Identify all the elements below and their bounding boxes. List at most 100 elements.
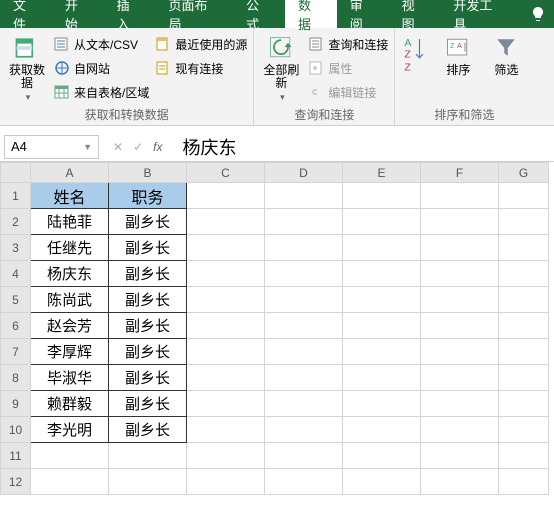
cell[interactable] bbox=[265, 339, 343, 365]
cell[interactable] bbox=[265, 235, 343, 261]
refresh-all-button[interactable]: 全部刷新 bbox=[260, 32, 302, 104]
cell[interactable] bbox=[421, 417, 499, 443]
cell[interactable] bbox=[265, 417, 343, 443]
row-header[interactable]: 2 bbox=[1, 209, 31, 235]
cell[interactable] bbox=[265, 365, 343, 391]
cell[interactable]: 副乡长 bbox=[109, 209, 187, 235]
row-header[interactable]: 3 bbox=[1, 235, 31, 261]
cell[interactable]: 副乡长 bbox=[109, 339, 187, 365]
existing-conn-button[interactable]: 现有连接 bbox=[155, 58, 247, 78]
cell[interactable] bbox=[187, 183, 265, 209]
cell[interactable] bbox=[499, 183, 549, 209]
cell[interactable]: 副乡长 bbox=[109, 365, 187, 391]
from-table-button[interactable]: 来自表格/区域 bbox=[54, 82, 149, 102]
tab-data[interactable]: 数据 bbox=[285, 0, 337, 28]
queries-button[interactable]: 查询和连接 bbox=[308, 34, 388, 54]
row-header[interactable]: 11 bbox=[1, 443, 31, 469]
cell[interactable]: 副乡长 bbox=[109, 287, 187, 313]
cell[interactable] bbox=[31, 443, 109, 469]
cell[interactable]: 任继先 bbox=[31, 235, 109, 261]
cell[interactable]: 杨庆东 bbox=[31, 261, 109, 287]
row-header[interactable]: 1 bbox=[1, 183, 31, 209]
cell[interactable] bbox=[265, 261, 343, 287]
recent-sources-button[interactable]: 最近使用的源 bbox=[155, 34, 247, 54]
row-header[interactable]: 9 bbox=[1, 391, 31, 417]
cell[interactable] bbox=[343, 417, 421, 443]
accept-icon[interactable]: ✓ bbox=[133, 140, 143, 154]
cell[interactable] bbox=[265, 313, 343, 339]
row-header[interactable]: 10 bbox=[1, 417, 31, 443]
cell[interactable] bbox=[265, 209, 343, 235]
cell[interactable] bbox=[187, 313, 265, 339]
tab-layout[interactable]: 页面布局 bbox=[155, 0, 233, 28]
cell[interactable]: 副乡长 bbox=[109, 261, 187, 287]
cell[interactable] bbox=[187, 261, 265, 287]
cell[interactable]: 职务 bbox=[109, 183, 187, 209]
col-header[interactable]: B bbox=[109, 163, 187, 183]
cell[interactable] bbox=[343, 365, 421, 391]
fx-icon[interactable]: fx bbox=[153, 140, 162, 154]
cell[interactable] bbox=[187, 287, 265, 313]
cell[interactable] bbox=[421, 287, 499, 313]
cell[interactable] bbox=[265, 443, 343, 469]
cell[interactable] bbox=[343, 339, 421, 365]
cell[interactable] bbox=[109, 469, 187, 495]
cell[interactable] bbox=[265, 183, 343, 209]
from-csv-button[interactable]: 从文本/CSV bbox=[54, 34, 149, 54]
tab-insert[interactable]: 插入 bbox=[104, 0, 156, 28]
cell[interactable]: 毕淑华 bbox=[31, 365, 109, 391]
cell[interactable] bbox=[187, 469, 265, 495]
cell[interactable]: 副乡长 bbox=[109, 235, 187, 261]
cell[interactable] bbox=[265, 287, 343, 313]
cell[interactable] bbox=[499, 391, 549, 417]
cell[interactable] bbox=[421, 469, 499, 495]
cell[interactable] bbox=[499, 235, 549, 261]
cell[interactable] bbox=[421, 183, 499, 209]
row-header[interactable]: 12 bbox=[1, 469, 31, 495]
name-box[interactable]: A4▼ bbox=[4, 135, 99, 159]
cell[interactable] bbox=[421, 391, 499, 417]
cell[interactable] bbox=[421, 365, 499, 391]
cell[interactable] bbox=[343, 183, 421, 209]
tab-home[interactable]: 开始 bbox=[52, 0, 104, 28]
tab-file[interactable]: 文件 bbox=[0, 0, 52, 28]
col-header[interactable]: D bbox=[265, 163, 343, 183]
select-all[interactable] bbox=[1, 163, 31, 183]
cell[interactable] bbox=[499, 209, 549, 235]
cell[interactable] bbox=[187, 365, 265, 391]
cell[interactable]: 陈尚武 bbox=[31, 287, 109, 313]
cell[interactable]: 副乡长 bbox=[109, 391, 187, 417]
cell[interactable] bbox=[499, 443, 549, 469]
cell[interactable] bbox=[499, 261, 549, 287]
formula-input[interactable]: 杨庆东 bbox=[176, 134, 236, 160]
row-header[interactable]: 4 bbox=[1, 261, 31, 287]
row-header[interactable]: 6 bbox=[1, 313, 31, 339]
from-web-button[interactable]: 自网站 bbox=[54, 58, 149, 78]
tell-me-icon[interactable] bbox=[522, 0, 554, 28]
cell[interactable] bbox=[421, 235, 499, 261]
cell[interactable] bbox=[187, 417, 265, 443]
tab-review[interactable]: 审阅 bbox=[337, 0, 389, 28]
tab-formula[interactable]: 公式 bbox=[233, 0, 285, 28]
col-header[interactable]: A bbox=[31, 163, 109, 183]
cell[interactable]: 李光明 bbox=[31, 417, 109, 443]
cell[interactable] bbox=[31, 469, 109, 495]
cell[interactable] bbox=[187, 443, 265, 469]
cell[interactable] bbox=[265, 469, 343, 495]
filter-button[interactable]: 筛选 bbox=[485, 32, 527, 104]
cell[interactable] bbox=[343, 235, 421, 261]
col-header[interactable]: F bbox=[421, 163, 499, 183]
get-data-button[interactable]: 获取数 据 bbox=[6, 32, 48, 104]
cell[interactable]: 陆艳菲 bbox=[31, 209, 109, 235]
cell[interactable] bbox=[343, 209, 421, 235]
row-header[interactable]: 7 bbox=[1, 339, 31, 365]
cell[interactable]: 姓名 bbox=[31, 183, 109, 209]
row-header[interactable]: 8 bbox=[1, 365, 31, 391]
col-header[interactable]: C bbox=[187, 163, 265, 183]
sort-az-button[interactable]: AZZ bbox=[401, 32, 431, 104]
cell[interactable] bbox=[499, 365, 549, 391]
col-header[interactable]: G bbox=[499, 163, 549, 183]
properties-button[interactable]: 属性 bbox=[308, 58, 388, 78]
cell[interactable]: 赵会芳 bbox=[31, 313, 109, 339]
cell[interactable] bbox=[499, 417, 549, 443]
